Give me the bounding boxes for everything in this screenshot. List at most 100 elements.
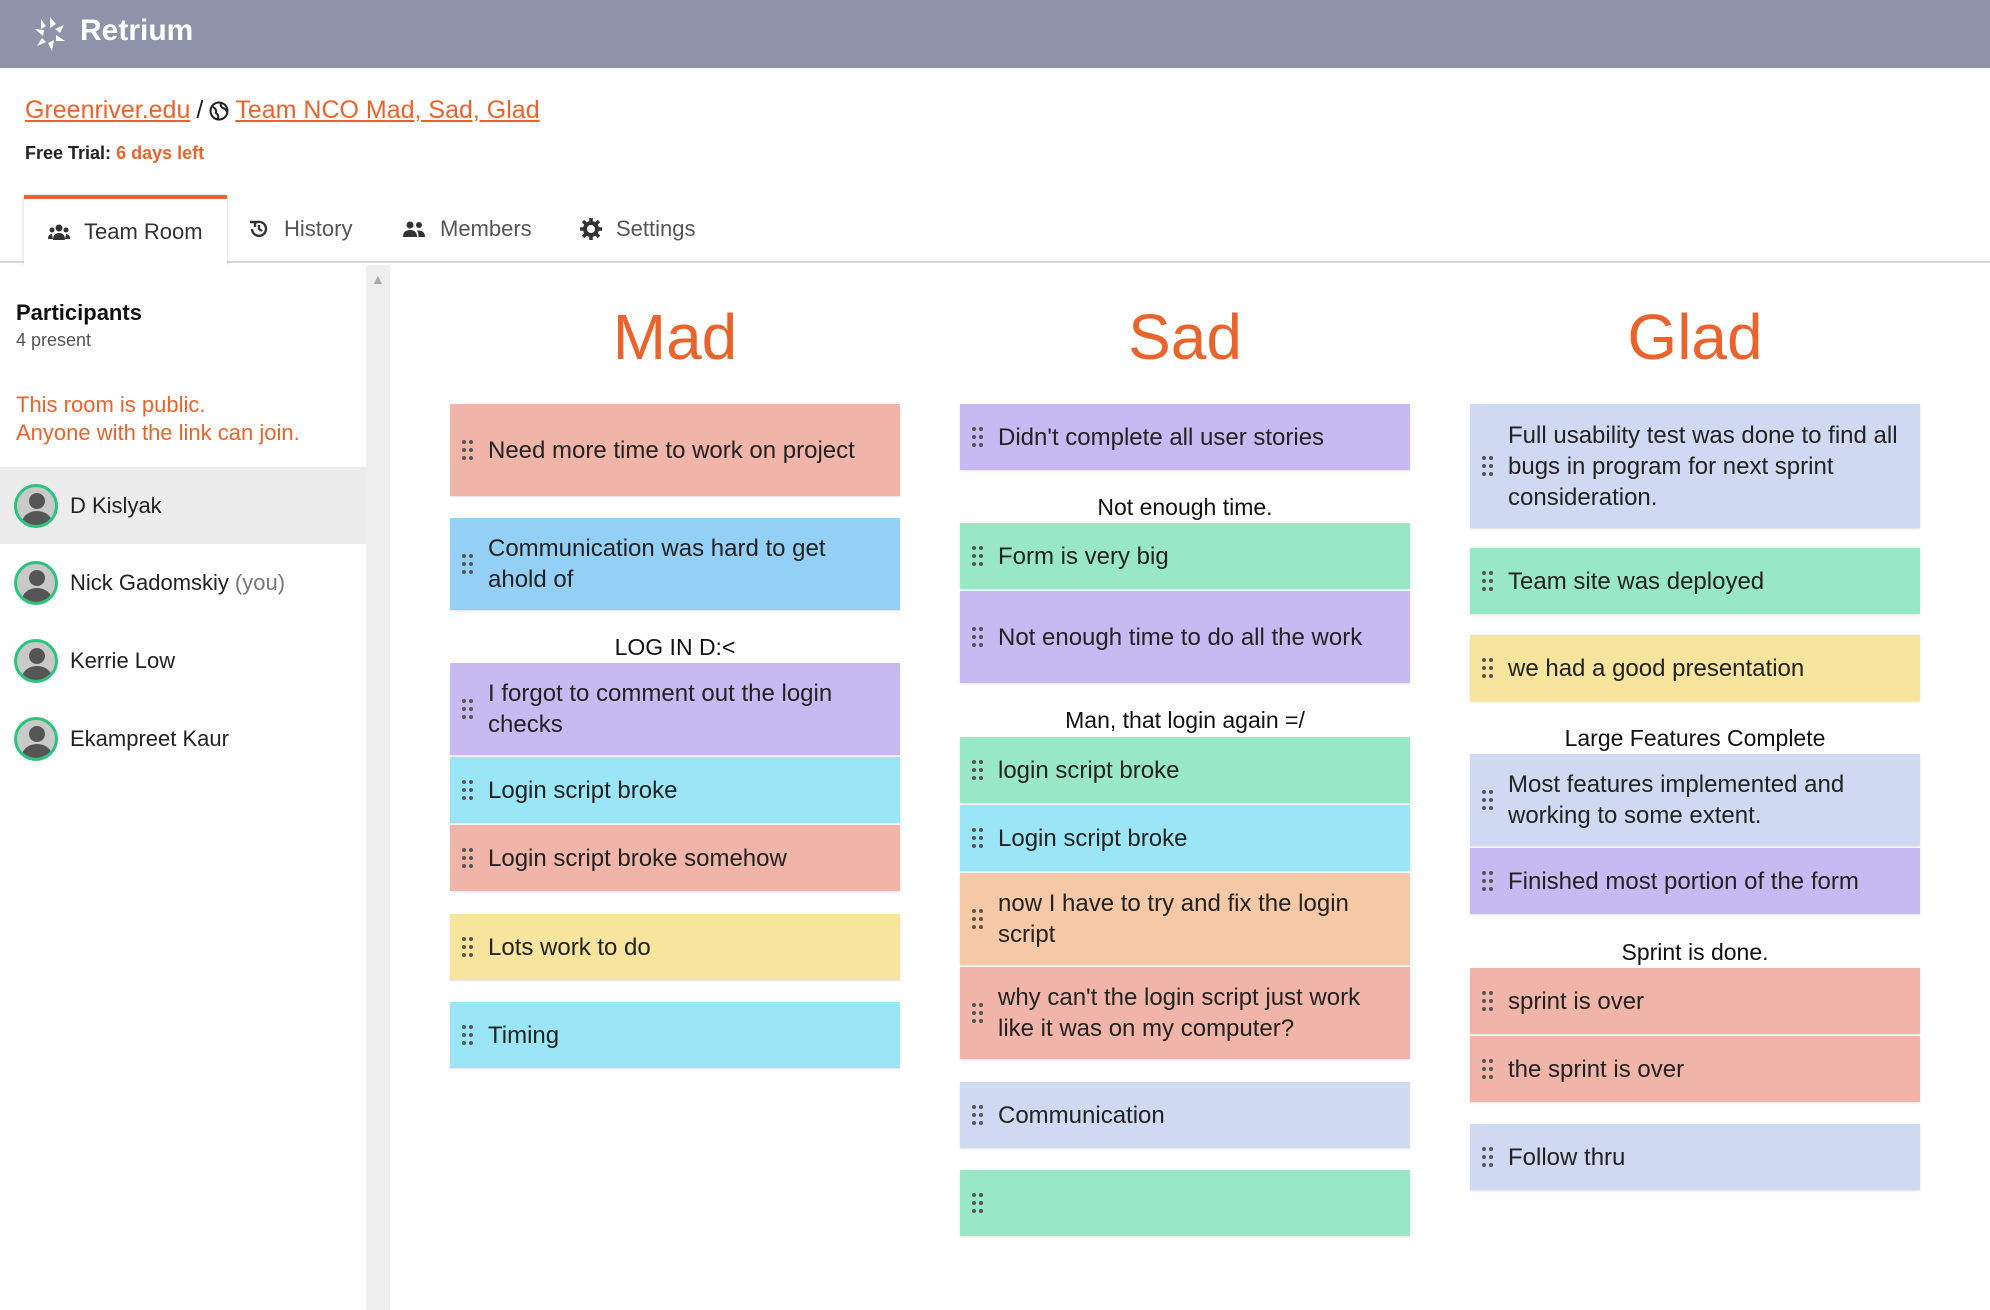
drag-handle-icon[interactable] bbox=[972, 909, 984, 929]
tab-team-room[interactable]: Team Room bbox=[24, 195, 227, 265]
idea-card[interactable]: Team site was deployed bbox=[1470, 548, 1920, 614]
drag-handle-icon[interactable] bbox=[462, 699, 474, 719]
group-label[interactable]: Sprint is done. bbox=[1470, 939, 1920, 966]
idea-card[interactable]: Timing bbox=[450, 1002, 900, 1068]
drag-handle-icon[interactable] bbox=[462, 440, 474, 460]
idea-card-text: Full usability test was done to find all… bbox=[1508, 421, 1898, 511]
group-label[interactable]: Large Features Complete bbox=[1470, 725, 1920, 752]
idea-card[interactable]: login script broke bbox=[960, 737, 1410, 803]
participant-item[interactable]: Kerrie Low bbox=[0, 622, 366, 699]
drag-handle-icon[interactable] bbox=[972, 760, 984, 780]
tab-history[interactable]: History bbox=[248, 195, 352, 263]
retrium-logo-icon[interactable] bbox=[30, 14, 70, 54]
idea-card-text: login script broke bbox=[998, 756, 1180, 784]
app-name[interactable]: Retrium bbox=[80, 14, 193, 48]
idea-card[interactable]: Finished most portion of the form bbox=[1470, 848, 1920, 914]
idea-card[interactable]: Full usability test was done to find all… bbox=[1470, 404, 1920, 528]
idea-card[interactable]: Need more time to work on project bbox=[450, 404, 900, 496]
participant-name: D Kislyak bbox=[70, 492, 162, 518]
participants-title: Participants bbox=[16, 300, 142, 325]
idea-card[interactable]: Didn't complete all user stories bbox=[960, 404, 1410, 470]
idea-card[interactable]: Login script broke bbox=[450, 757, 900, 823]
drag-handle-icon[interactable] bbox=[1482, 571, 1494, 591]
tab-label: Members bbox=[440, 216, 532, 241]
tab-members[interactable]: Members bbox=[402, 195, 532, 263]
breadcrumb-room-link[interactable]: Team NCO Mad, Sad, Glad bbox=[235, 96, 539, 124]
drag-handle-icon[interactable] bbox=[972, 828, 984, 848]
idea-card-text: why can't the login script just work lik… bbox=[998, 984, 1361, 1042]
breadcrumb-separator: / bbox=[196, 96, 204, 124]
participant-item[interactable]: Ekampreet Kaur bbox=[0, 700, 366, 777]
idea-card-text: Login script broke somehow bbox=[488, 844, 787, 872]
participant-name: Nick Gadomskiy bbox=[70, 569, 229, 595]
participant-name: Kerrie Low bbox=[70, 647, 176, 673]
idea-card[interactable]: Follow thru bbox=[1470, 1124, 1920, 1190]
drag-handle-icon[interactable] bbox=[972, 1105, 984, 1125]
idea-card[interactable]: now I have to try and fix the login scri… bbox=[960, 873, 1410, 965]
idea-card[interactable]: the sprint is over bbox=[1470, 1036, 1920, 1102]
drag-handle-icon[interactable] bbox=[1482, 991, 1494, 1011]
drag-handle-icon[interactable] bbox=[1482, 1147, 1494, 1167]
trial-days-left: 6 days left bbox=[116, 143, 205, 163]
idea-card[interactable]: Not enough time to do all the work bbox=[960, 591, 1410, 683]
group-label[interactable]: Not enough time. bbox=[960, 494, 1410, 521]
breadcrumb-org-link[interactable]: Greenriver.edu bbox=[25, 96, 190, 124]
drag-handle-icon[interactable] bbox=[462, 848, 474, 868]
trial-label: Free Trial: bbox=[25, 143, 112, 163]
idea-card-text: now I have to try and fix the login scri… bbox=[998, 890, 1349, 948]
idea-card-text: Login script broke bbox=[488, 776, 678, 804]
drag-handle-icon[interactable] bbox=[462, 1025, 474, 1045]
idea-card[interactable]: we had a good presentation bbox=[1470, 635, 1920, 701]
idea-card[interactable]: Most features implemented and working to… bbox=[1470, 754, 1920, 846]
participant-name: Ekampreet Kaur bbox=[70, 725, 229, 751]
avatar bbox=[14, 560, 58, 605]
idea-card[interactable]: Login script broke somehow bbox=[450, 825, 900, 891]
idea-card[interactable]: I forgot to comment out the login checks bbox=[450, 663, 900, 755]
idea-card-text: Form is very big bbox=[998, 542, 1169, 570]
participant-item[interactable]: D Kislyak bbox=[0, 467, 366, 544]
tab-settings[interactable]: Settings bbox=[580, 195, 696, 263]
drag-handle-icon[interactable] bbox=[462, 554, 474, 574]
idea-card[interactable]: sprint is over bbox=[1470, 968, 1920, 1034]
sidebar-scrollbar[interactable]: ▲ bbox=[366, 265, 390, 1310]
gear-icon bbox=[580, 218, 602, 240]
idea-card-text: sprint is over bbox=[1508, 987, 1645, 1015]
drag-handle-icon[interactable] bbox=[1482, 658, 1494, 678]
drag-handle-icon[interactable] bbox=[1482, 1059, 1494, 1079]
idea-card[interactable]: Communication bbox=[960, 1082, 1410, 1148]
history-icon bbox=[248, 218, 270, 240]
drag-handle-icon[interactable] bbox=[462, 937, 474, 957]
public-room-notice: This room is public. Anyone with the lin… bbox=[16, 391, 356, 447]
drag-handle-icon[interactable] bbox=[972, 427, 984, 447]
breadcrumb: Greenriver.edu / Team NCO Mad, Sad, Glad bbox=[25, 96, 540, 125]
idea-card-text: Timing bbox=[488, 1021, 560, 1049]
idea-card[interactable]: Login script broke bbox=[960, 805, 1410, 871]
drag-handle-icon[interactable] bbox=[972, 627, 984, 647]
participant-item[interactable]: Nick Gadomskiy (you) bbox=[0, 544, 366, 621]
idea-card-text: Most features implemented and working to… bbox=[1508, 771, 1845, 829]
scroll-up-arrow-icon[interactable]: ▲ bbox=[371, 271, 385, 287]
idea-card-text: Finished most portion of the form bbox=[1508, 867, 1859, 895]
members-icon bbox=[402, 220, 426, 238]
idea-card[interactable]: Lots work to do bbox=[450, 914, 900, 980]
drag-handle-icon[interactable] bbox=[972, 1193, 984, 1213]
idea-card[interactable]: Communication was hard to get ahold of bbox=[450, 518, 900, 610]
drag-handle-icon[interactable] bbox=[1482, 871, 1494, 891]
group-label[interactable]: Man, that login again =/ bbox=[960, 707, 1410, 734]
group-label[interactable]: LOG IN D:< bbox=[450, 634, 900, 661]
idea-card-text: the sprint is over bbox=[1508, 1055, 1685, 1083]
globe-icon bbox=[209, 101, 229, 121]
drag-handle-icon[interactable] bbox=[972, 546, 984, 566]
idea-card[interactable]: Form is very big bbox=[960, 523, 1410, 589]
participants-count: 4 present bbox=[16, 330, 92, 350]
drag-handle-icon[interactable] bbox=[972, 1003, 984, 1023]
trial-status: Free Trial: 6 days left bbox=[25, 143, 204, 164]
column-title-glad: Glad bbox=[1627, 301, 1763, 373]
drag-handle-icon[interactable] bbox=[1482, 456, 1494, 476]
tab-bar: Team Room History Members Settings bbox=[0, 195, 1990, 265]
idea-card[interactable] bbox=[960, 1170, 1410, 1236]
drag-handle-icon[interactable] bbox=[462, 780, 474, 800]
idea-card-text: Didn't complete all user stories bbox=[998, 423, 1325, 451]
idea-card[interactable]: why can't the login script just work lik… bbox=[960, 967, 1410, 1059]
drag-handle-icon[interactable] bbox=[1482, 790, 1494, 810]
